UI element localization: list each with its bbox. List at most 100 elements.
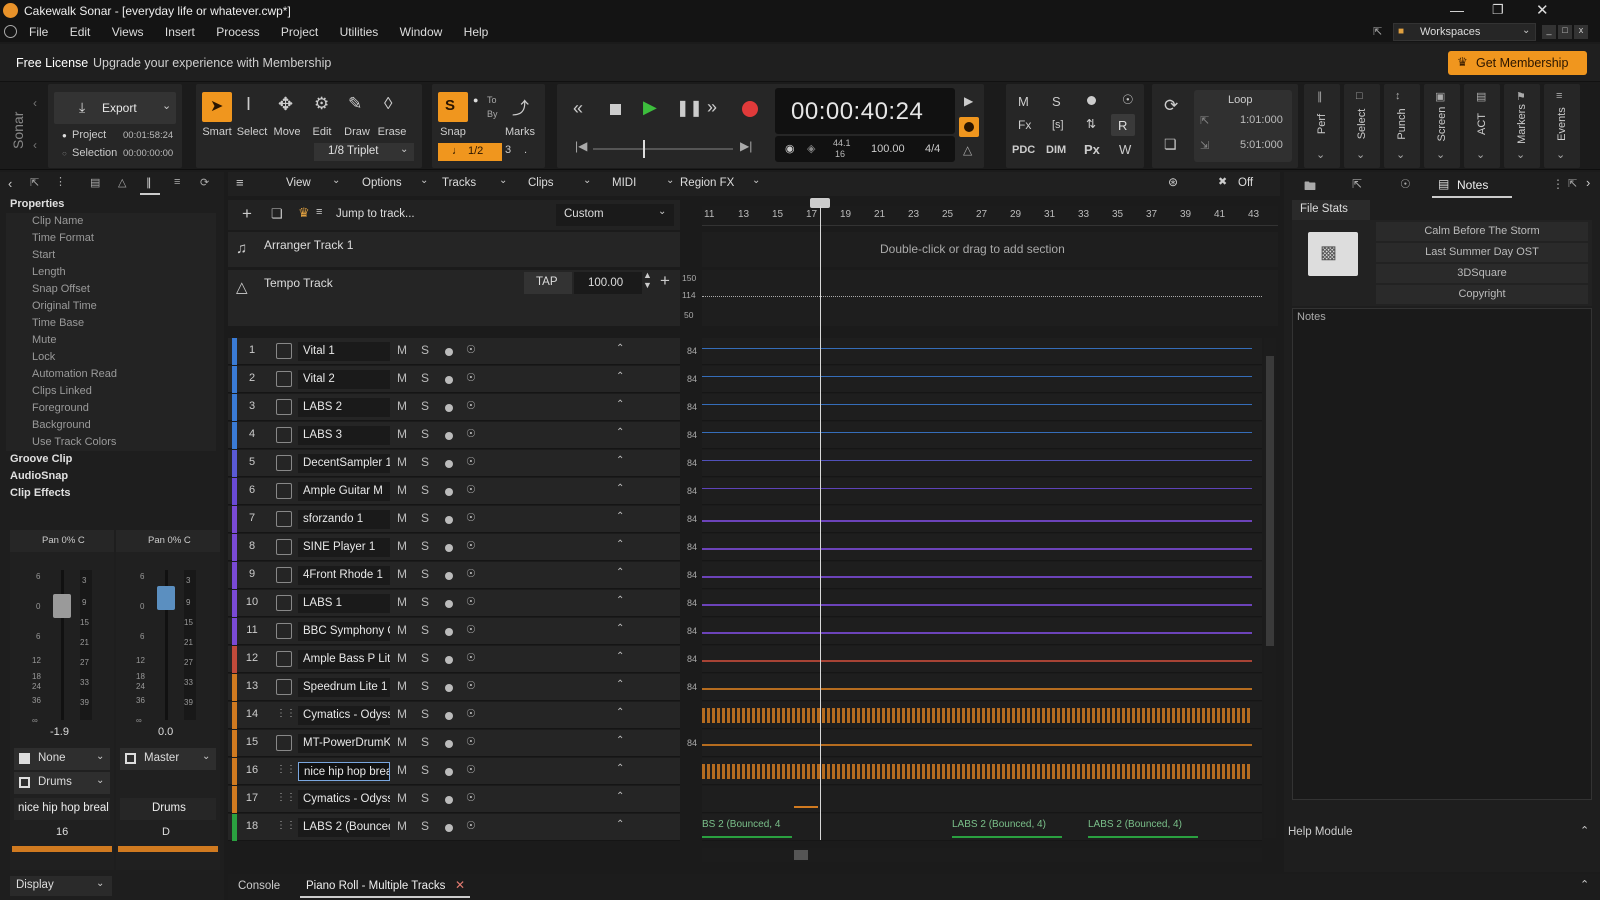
track-lane[interactable] [702, 534, 1262, 561]
prop-mute[interactable]: Mute [6, 332, 216, 349]
play-from-icon[interactable]: ▶ [964, 94, 973, 108]
instrument-track-icon[interactable] [276, 399, 292, 415]
menu-insert[interactable]: Insert [165, 25, 195, 39]
module-events[interactable]: ≡ Events ⌄ [1544, 84, 1580, 168]
audio-clip[interactable]: LABS 2 (Bounced, 4) [952, 816, 1062, 838]
pan-control[interactable]: Pan 0% C [116, 530, 220, 552]
prop-clips-linked[interactable]: Clips Linked [6, 383, 216, 400]
record-arm-icon[interactable] [445, 544, 453, 552]
list-icon[interactable]: ≡ [174, 176, 180, 188]
track-name[interactable]: Vital 1 [298, 342, 390, 361]
record-arm-icon[interactable] [445, 516, 453, 524]
field-title[interactable]: Calm Before The Storm [1376, 222, 1588, 241]
volume-fader[interactable] [157, 586, 175, 610]
position-slider[interactable] [593, 140, 733, 158]
horizontal-scrollbar[interactable] [702, 848, 1262, 862]
chevron-up-icon[interactable]: ⌃ [616, 343, 624, 354]
track-name[interactable]: Cymatics - Odyss [298, 790, 390, 809]
record-arm-icon[interactable] [445, 572, 453, 580]
stop-icon[interactable] [610, 104, 621, 115]
mute-button[interactable]: M [397, 595, 407, 609]
px-button[interactable]: Px [1084, 142, 1100, 157]
track-row[interactable]: 11 BBC Symphony O M S ☉ ⌃ [228, 618, 680, 645]
solo-button[interactable]: S [421, 679, 429, 693]
track-row[interactable]: 10 LABS 1 M S ☉ ⌃ [228, 590, 680, 617]
crossfade-icon[interactable]: ✖ [1218, 175, 1227, 188]
instrument-track-icon[interactable] [276, 623, 292, 639]
solo-button[interactable]: S [421, 791, 429, 805]
pan-control[interactable]: Pan 0% C [10, 530, 114, 552]
pin-icon[interactable]: ⇱ [30, 176, 39, 189]
audio-track-icon[interactable]: ⋮⋮ [276, 820, 296, 836]
track-row[interactable]: 16 ⋮⋮ nice hip hop brea M S ☉ ⌃ [228, 758, 680, 785]
instrument-track-icon[interactable] [276, 455, 292, 471]
snap-to-radio[interactable]: ● [473, 95, 478, 105]
track-name[interactable]: sforzando 1 [298, 510, 390, 529]
menu-clips[interactable]: Clips [528, 177, 554, 189]
chevron-right-icon[interactable]: › [1586, 175, 1590, 190]
mute-button[interactable]: M [397, 371, 407, 385]
mute-button[interactable]: M [397, 651, 407, 665]
solo-button[interactable]: S [421, 455, 429, 469]
notes-textarea[interactable]: Notes [1292, 308, 1592, 800]
track-lane[interactable] [702, 590, 1262, 617]
instrument-track-icon[interactable] [276, 679, 292, 695]
solo-button[interactable]: S [421, 427, 429, 441]
meter-readout[interactable]: 4/4 [925, 143, 940, 155]
tempo-track[interactable]: △ Tempo Track TAP 100.00 ▲ ▼ + [228, 270, 680, 326]
prop-foreground[interactable]: Foreground [6, 400, 216, 417]
track-name[interactable]: nice hip hop brea [298, 762, 390, 781]
license-message[interactable]: Upgrade your experience with Membership [93, 56, 331, 70]
snap-resolution-dropdown[interactable]: 1/8 Triplet ⌄ [314, 143, 414, 161]
track-lane[interactable] [702, 730, 1262, 757]
mute-button[interactable]: M [397, 399, 407, 413]
move-tool-icon[interactable]: ✥ [278, 94, 293, 115]
track-name[interactable]: Vital 2 [298, 370, 390, 389]
menu-process[interactable]: Process [216, 25, 259, 39]
mute-button[interactable]: M [397, 427, 407, 441]
volume-readout[interactable]: 0.0 [158, 726, 173, 738]
instrument-track-icon[interactable] [276, 371, 292, 387]
loop-start[interactable]: 1:01:000 [1240, 114, 1283, 126]
app-menu-icon[interactable] [4, 25, 17, 38]
section-clip-effects[interactable]: Clip Effects [6, 485, 216, 502]
track-lane[interactable] [702, 478, 1262, 505]
input-echo-icon[interactable]: ⇅ [1086, 117, 1096, 131]
chevron-up-icon[interactable]: ⌃ [616, 455, 624, 466]
mute-button[interactable]: M [397, 511, 407, 525]
strip-name[interactable]: Drums [120, 798, 216, 820]
pdc-button[interactable]: PDC [1012, 144, 1035, 156]
menu-file[interactable]: File [29, 25, 48, 39]
instrument-track-icon[interactable] [276, 343, 292, 359]
input-echo-icon[interactable]: ☉ [466, 343, 476, 356]
input-echo-icon[interactable]: ☉ [466, 679, 476, 692]
prop-time-base[interactable]: Time Base [6, 315, 216, 332]
chevron-up-icon[interactable]: ⌃ [616, 539, 624, 550]
solo-button[interactable]: S [421, 511, 429, 525]
record-arm-icon[interactable] [445, 376, 453, 384]
chevron-up-icon[interactable]: ⌃ [616, 371, 624, 382]
output-dropdown[interactable]: Master ⌄ [120, 748, 216, 770]
arm-all-icon[interactable] [1087, 96, 1096, 105]
track-preset-dropdown[interactable]: Custom ⌄ [556, 204, 674, 226]
selection-radio[interactable]: ○ [62, 149, 67, 158]
tempo-spin-icon[interactable]: ▲ ▼ [643, 270, 652, 290]
instrument-track-icon[interactable] [276, 567, 292, 583]
instrument-track-icon[interactable] [276, 539, 292, 555]
loop-fit-icon[interactable]: ❏ [1164, 136, 1177, 153]
solo-button[interactable]: S [421, 399, 429, 413]
solo-button[interactable]: S [421, 371, 429, 385]
select-tool-icon[interactable]: I [246, 94, 251, 115]
menu-view[interactable]: View [286, 177, 311, 189]
solo-button[interactable]: S [421, 763, 429, 777]
clip-properties-icon[interactable]: ▤ [90, 176, 100, 189]
record-arm-icon[interactable] [445, 796, 453, 804]
input-echo-icon[interactable]: ☉ [466, 595, 476, 608]
track-lane[interactable] [702, 702, 1262, 729]
menu-window[interactable]: Window [400, 25, 443, 39]
menu-help[interactable]: Help [464, 25, 489, 39]
solo-button[interactable]: S [421, 707, 429, 721]
track-row[interactable]: 4 LABS 3 M S ☉ ⌃ [228, 422, 680, 449]
input-echo-icon[interactable]: ☉ [466, 483, 476, 496]
instrument-track-icon[interactable] [276, 595, 292, 611]
